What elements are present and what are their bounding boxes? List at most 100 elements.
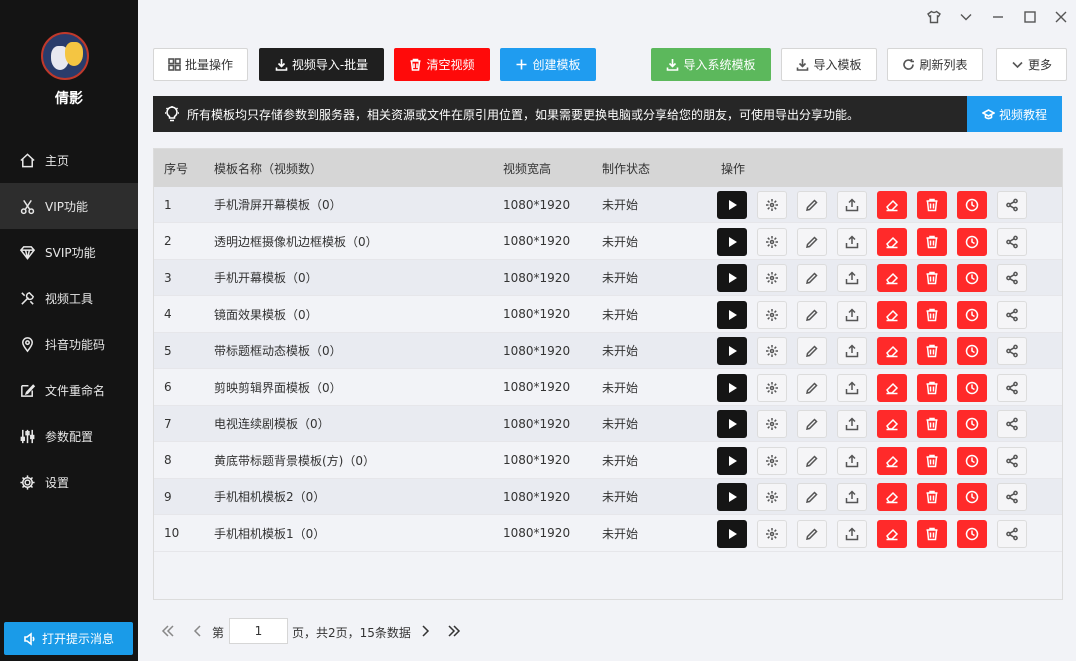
edit-button[interactable] [797,337,827,365]
share-button[interactable] [997,227,1027,256]
import-template-button[interactable]: 导入模板 [781,48,877,81]
export-button[interactable] [837,373,867,402]
delete-button[interactable] [917,264,947,292]
prev-page-button[interactable] [190,623,206,639]
export-button[interactable] [837,446,867,475]
sidebar-item-file-rename[interactable]: 文件重命名 [0,367,138,413]
effects-button[interactable] [757,337,787,365]
table-row[interactable]: 6 剪映剪辑界面模板（0） 1080*1920 未开始 [154,369,1062,406]
schedule-button[interactable] [957,264,987,292]
share-button[interactable] [997,483,1027,511]
erase-button[interactable] [877,264,907,292]
table-row[interactable]: 8 黄底带标题背景模板(方)（0） 1080*1920 未开始 [154,442,1062,479]
play-button[interactable] [717,483,747,511]
next-page-button[interactable] [417,623,433,639]
delete-button[interactable] [917,446,947,475]
table-row[interactable]: 3 手机开幕模板（0） 1080*1920 未开始 [154,260,1062,296]
export-button[interactable] [837,191,867,219]
erase-button[interactable] [877,519,907,548]
schedule-button[interactable] [957,191,987,219]
edit-button[interactable] [797,410,827,438]
play-button[interactable] [717,191,747,219]
sidebar-item-vip[interactable]: VIP功能 [0,183,138,229]
edit-button[interactable] [797,300,827,329]
table-row[interactable]: 10 手机相机模板1（0） 1080*1920 未开始 [154,515,1062,552]
share-button[interactable] [997,191,1027,219]
sidebar-item-parameters[interactable]: 参数配置 [0,413,138,459]
effects-button[interactable] [757,446,787,475]
table-row[interactable]: 5 带标题框动态模板（0） 1080*1920 未开始 [154,333,1062,369]
export-button[interactable] [837,264,867,292]
maximize-button[interactable] [1019,8,1041,26]
schedule-button[interactable] [957,483,987,511]
export-button[interactable] [837,483,867,511]
import-system-template-button[interactable]: 导入系统模板 [651,48,771,81]
table-row[interactable]: 1 手机滑屏开幕模板（0） 1080*1920 未开始 [154,187,1062,223]
open-notifications-button[interactable]: 打开提示消息 [4,622,133,655]
export-button[interactable] [837,519,867,548]
edit-button[interactable] [797,227,827,256]
play-button[interactable] [717,300,747,329]
delete-button[interactable] [917,519,947,548]
share-button[interactable] [997,446,1027,475]
schedule-button[interactable] [957,337,987,365]
erase-button[interactable] [877,300,907,329]
export-button[interactable] [837,300,867,329]
effects-button[interactable] [757,519,787,548]
edit-button[interactable] [797,483,827,511]
schedule-button[interactable] [957,446,987,475]
play-button[interactable] [717,337,747,365]
erase-button[interactable] [877,446,907,475]
share-button[interactable] [997,264,1027,292]
delete-button[interactable] [917,410,947,438]
delete-button[interactable] [917,483,947,511]
sidebar-item-video-tools[interactable]: 视频工具 [0,275,138,321]
effects-button[interactable] [757,373,787,402]
erase-button[interactable] [877,483,907,511]
edit-button[interactable] [797,446,827,475]
effects-button[interactable] [757,300,787,329]
table-row[interactable]: 4 镜面效果模板（0） 1080*1920 未开始 [154,296,1062,333]
edit-button[interactable] [797,373,827,402]
table-row[interactable]: 2 透明边框摄像机边框模板（0） 1080*1920 未开始 [154,223,1062,260]
erase-button[interactable] [877,373,907,402]
share-button[interactable] [997,300,1027,329]
sidebar-item-home[interactable]: 主页 [0,137,138,183]
sidebar-item-settings[interactable]: 设置 [0,459,138,505]
batch-operation-button[interactable]: 批量操作 [153,48,248,81]
edit-button[interactable] [797,264,827,292]
play-button[interactable] [717,227,747,256]
erase-button[interactable] [877,337,907,365]
export-button[interactable] [837,337,867,365]
sidebar-item-douyin-code[interactable]: 抖音功能码 [0,321,138,367]
share-button[interactable] [997,519,1027,548]
schedule-button[interactable] [957,227,987,256]
clear-videos-button[interactable]: 清空视频 [394,48,490,81]
minimize-button[interactable] [987,8,1009,26]
erase-button[interactable] [877,227,907,256]
effects-button[interactable] [757,483,787,511]
export-button[interactable] [837,227,867,256]
erase-button[interactable] [877,410,907,438]
last-page-button[interactable] [446,623,462,639]
delete-button[interactable] [917,373,947,402]
table-row[interactable]: 9 手机相机模板2（0） 1080*1920 未开始 [154,479,1062,515]
effects-button[interactable] [757,264,787,292]
create-template-button[interactable]: 创建模板 [500,48,596,81]
close-button[interactable] [1050,8,1072,26]
share-button[interactable] [997,410,1027,438]
erase-button[interactable] [877,191,907,219]
refresh-list-button[interactable]: 刷新列表 [887,48,983,81]
play-button[interactable] [717,264,747,292]
share-button[interactable] [997,373,1027,402]
more-button[interactable]: 更多 [996,48,1067,81]
table-row[interactable]: 7 电视连续剧模板（0） 1080*1920 未开始 [154,406,1062,442]
effects-button[interactable] [757,191,787,219]
delete-button[interactable] [917,227,947,256]
batch-import-video-button[interactable]: 视频导入-批量 [259,48,384,81]
skin-button[interactable] [923,8,945,26]
delete-button[interactable] [917,300,947,329]
dropdown-button[interactable] [955,8,977,26]
share-button[interactable] [997,337,1027,365]
schedule-button[interactable] [957,410,987,438]
